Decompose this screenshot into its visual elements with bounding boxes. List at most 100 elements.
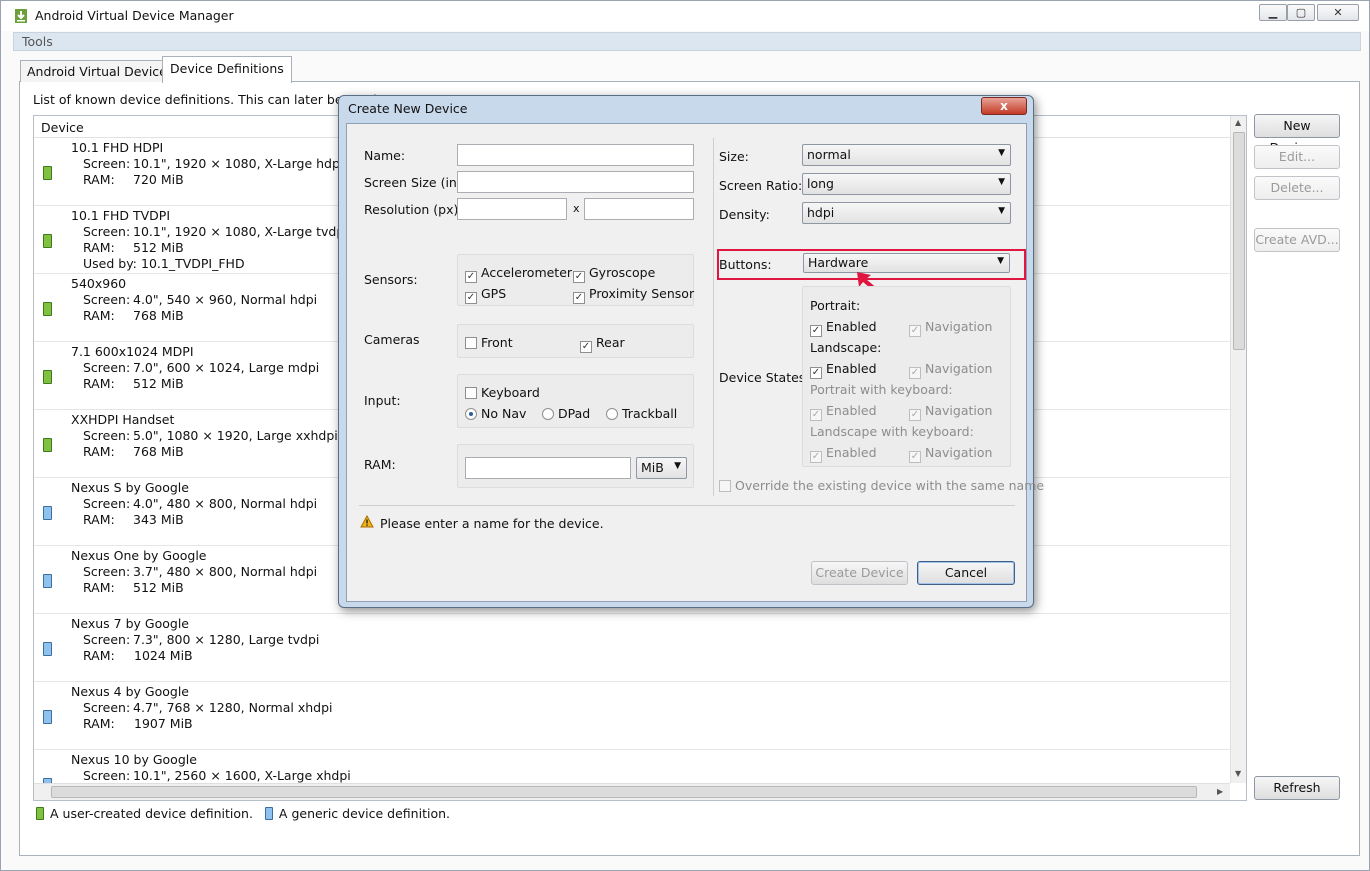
trackball-radio[interactable]: Trackball [606, 406, 677, 421]
menu-bar: Tools [13, 32, 1361, 51]
vertical-scroll-thumb[interactable] [1233, 132, 1245, 350]
landscape-kb-navigation-checkbox[interactable]: ✓ Navigation [909, 445, 992, 463]
screen-label: Screen: [83, 496, 131, 511]
dialog-separator [359, 505, 1015, 506]
scroll-down-icon[interactable]: ▼ [1235, 769, 1241, 778]
name-field[interactable] [457, 144, 694, 166]
gps-checkbox[interactable]: ✓ GPS [465, 286, 506, 304]
warning-message: Please enter a name for the device. [380, 516, 604, 531]
gyroscope-checkbox[interactable]: ✓ Gyroscope [573, 265, 655, 283]
horizontal-scroll-thumb[interactable] [51, 786, 1197, 798]
user-device-icon [43, 302, 52, 316]
title-bar: Android Virtual Device Manager ▁ ▢ ✕ [1, 1, 1369, 31]
checkmark-icon: ✓ [465, 271, 477, 283]
android-download-icon [15, 9, 27, 23]
dpad-radio[interactable]: DPad [542, 406, 590, 421]
density-select[interactable]: hdpi ▼ [802, 202, 1011, 224]
ram-group: MiB ▼ [457, 444, 694, 488]
device-vendor: by Google [143, 548, 207, 563]
ram-label: RAM: [83, 172, 115, 187]
create-avd-button[interactable]: Create AVD... [1254, 228, 1340, 252]
rear-camera-checkbox[interactable]: ✓ Rear [580, 335, 625, 353]
portrait-keyboard-label: Portrait with keyboard: [810, 382, 953, 397]
device-row[interactable]: Nexus 10 by Google Screen: 10.1", 2560 × 16… [34, 750, 1230, 783]
device-vendor: by Google [125, 480, 189, 495]
device-row[interactable]: Nexus 4 by Google Screen: 4.7", 768 × 1280,… [34, 682, 1230, 750]
cameras-label: Cameras [364, 332, 420, 347]
menu-tools[interactable]: Tools [22, 34, 53, 49]
dropdown-arrow-icon: ▼ [998, 206, 1005, 216]
dialog-close-button[interactable]: x [981, 97, 1027, 115]
screen-label: Screen: [83, 700, 131, 715]
ram-unit-select[interactable]: MiB ▼ [636, 457, 687, 479]
portrait-kb-enabled-checkbox[interactable]: ✓ Enabled [810, 403, 877, 421]
device-name: Nexus 4 by Google [71, 684, 189, 699]
screen-label: Screen: [83, 768, 131, 783]
horizontal-scrollbar[interactable]: ▶ [34, 783, 1230, 800]
device-ram: 1024 MiB [134, 648, 193, 663]
generic-device-icon [264, 807, 273, 820]
close-window-button[interactable]: ✕ [1317, 4, 1359, 21]
accelerometer-checkbox[interactable]: ✓ Accelerometer [465, 265, 572, 283]
scroll-right-icon[interactable]: ▶ [1217, 787, 1223, 796]
proximity-sensor-checkbox[interactable]: ✓ Proximity Sensor [573, 286, 694, 304]
landscape-kb-enabled-checkbox[interactable]: ✓ Enabled [810, 445, 877, 463]
input-label: Input: [364, 393, 401, 408]
ram-label: RAM: [83, 240, 115, 255]
ram-field[interactable] [465, 457, 631, 479]
override-checkbox[interactable]: Override the existing device with the sa… [719, 478, 1044, 493]
delete-button[interactable]: Delete... [1254, 176, 1340, 200]
landscape-navigation-checkbox[interactable]: ✓ Navigation [909, 361, 992, 379]
user-device-icon [43, 166, 52, 180]
minimize-button[interactable]: ▁ [1259, 4, 1287, 21]
screen-label: Screen: [83, 292, 131, 307]
buttons-label: Buttons: [719, 257, 772, 272]
new-device-button[interactable]: New Device... [1254, 114, 1340, 155]
portrait-navigation-checkbox[interactable]: ✓ Navigation [909, 319, 992, 337]
create-device-button[interactable]: Create Device [811, 561, 908, 585]
window-title: Android Virtual Device Manager [35, 8, 234, 23]
tab-android-virtual-devices[interactable]: Android Virtual Devices [20, 60, 181, 82]
generic-device-icon [43, 574, 52, 588]
screen-label: Screen: [83, 224, 131, 239]
ram-label: RAM: [83, 512, 115, 527]
device-screen: 4.0", 540 × 960, Normal hdpi [133, 292, 318, 307]
resolution-width-field[interactable] [457, 198, 567, 220]
resolution-height-field[interactable] [584, 198, 694, 220]
no-nav-radio[interactable]: No Nav [465, 406, 526, 421]
keyboard-checkbox[interactable]: Keyboard [465, 385, 540, 400]
screen-size-field[interactable] [457, 171, 694, 193]
device-row[interactable]: Nexus 7 by Google Screen: 7.3", 800 × 1280,… [34, 614, 1230, 682]
vertical-scrollbar[interactable]: ▲ ▼ [1230, 116, 1246, 783]
portrait-label: Portrait: [810, 298, 861, 313]
front-camera-checkbox[interactable]: Front [465, 335, 513, 350]
scroll-up-icon[interactable]: ▲ [1235, 118, 1241, 127]
ram-label: RAM: [83, 580, 115, 595]
maximize-button[interactable]: ▢ [1287, 4, 1315, 21]
device-screen: 10.1", 1920 × 1080, X-Large tvdpi [133, 224, 348, 239]
checkmark-icon: ✓ [810, 367, 822, 379]
portrait-enabled-checkbox[interactable]: ✓ Enabled [810, 319, 877, 337]
size-select[interactable]: normal ▼ [802, 144, 1011, 166]
refresh-button[interactable]: Refresh [1254, 776, 1340, 800]
user-device-icon [43, 234, 52, 248]
ram-label: RAM: [364, 457, 396, 472]
landscape-enabled-checkbox[interactable]: ✓ Enabled [810, 361, 877, 379]
portrait-kb-navigation-checkbox[interactable]: ✓ Navigation [909, 403, 992, 421]
tab-device-definitions[interactable]: Device Definitions [162, 56, 292, 83]
user-device-icon [43, 438, 52, 452]
device-name: Nexus One by Google [71, 548, 207, 563]
screen-label: Screen: [83, 360, 131, 375]
legend-user: A user-created device definition. [50, 806, 253, 821]
device-ram: 343 MiB [133, 512, 184, 527]
device-vendor: by Google [133, 752, 197, 767]
buttons-select[interactable]: Hardware ▼ [803, 253, 1010, 273]
screen-label: Screen: [83, 632, 131, 647]
checkmark-icon: ✓ [573, 271, 585, 283]
device-vendor: by Google [125, 684, 189, 699]
edit-button[interactable]: Edit... [1254, 145, 1340, 169]
screen-ratio-select[interactable]: long ▼ [802, 173, 1011, 195]
screen-label: Screen: [83, 564, 131, 579]
checkmark-icon: ✓ [909, 409, 921, 421]
cancel-button[interactable]: Cancel [917, 561, 1015, 585]
